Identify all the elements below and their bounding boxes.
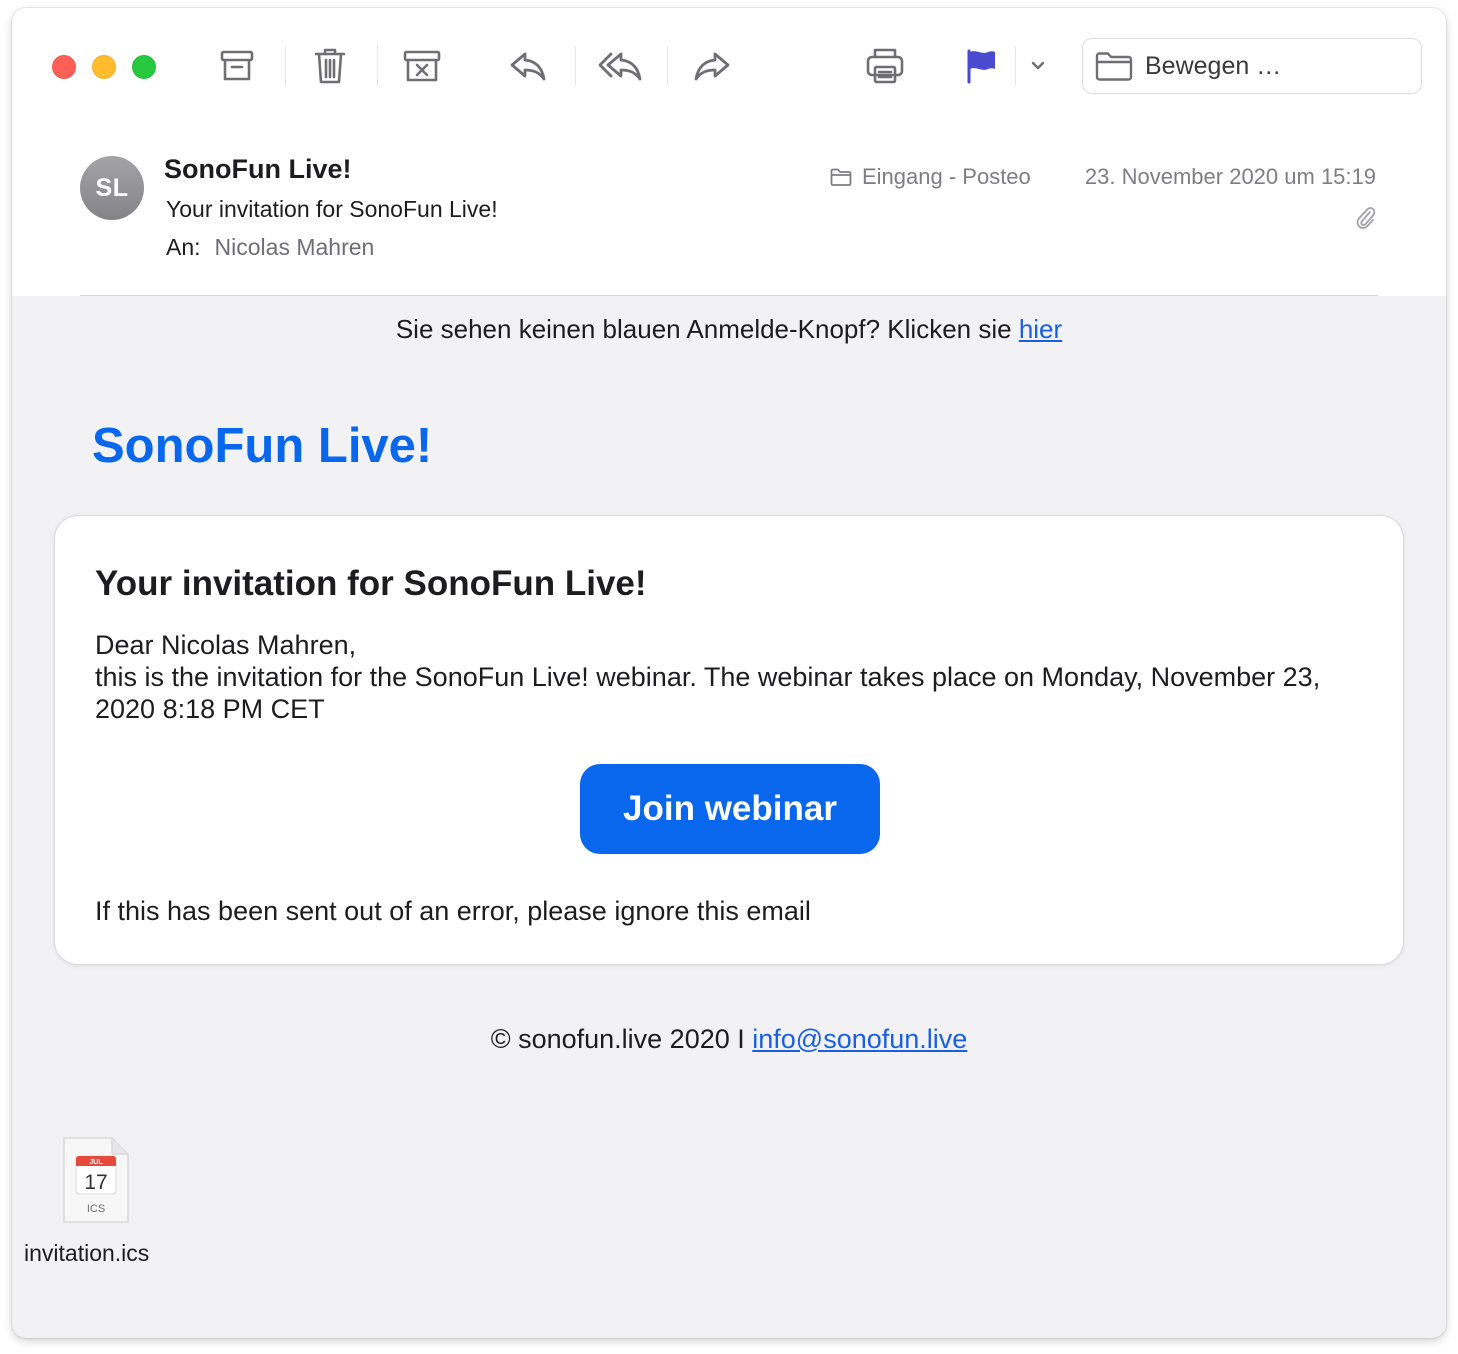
brand-heading: SonoFun Live! (92, 419, 433, 473)
reply-icon (510, 52, 546, 81)
sender-name: SonoFun Live! (164, 154, 352, 184)
forward-button[interactable] (688, 44, 736, 88)
mail-window: Bewegen … SL SonoFun Live! Your invitati… (12, 8, 1446, 1338)
toolbar: Bewegen … (12, 8, 1446, 124)
mailbox-name: Eingang - Posteo (862, 164, 1031, 189)
trash-icon (314, 48, 346, 84)
minimize-window-button[interactable] (92, 55, 116, 79)
icon-extension: ICS (87, 1203, 105, 1215)
calendar-file-icon[interactable]: JUL 17 ICS (62, 1136, 130, 1224)
junk-icon (403, 50, 441, 82)
close-window-button[interactable] (52, 55, 76, 79)
folder-icon (1095, 52, 1133, 81)
email-footer: © sonofun.live 2020 I info@sonofun.live (12, 1024, 1446, 1055)
reply-button[interactable] (504, 44, 552, 88)
notice-link[interactable]: hier (1019, 314, 1062, 344)
flag-menu-button[interactable] (1018, 44, 1058, 88)
message-header: SL SonoFun Live! Your invitation for Son… (12, 124, 1446, 296)
footer-copyright: © sonofun.live 2020 I (490, 1024, 753, 1054)
attachment-indicator (1354, 204, 1376, 235)
folder-icon (830, 168, 852, 186)
move-label: Bewegen … (1145, 51, 1282, 80)
paperclip-icon (1356, 207, 1376, 229)
greeting: Dear Nicolas Mahren, (95, 630, 357, 660)
invitation-text: this is the invitation for the SonoFun L… (95, 662, 1321, 724)
print-icon (866, 48, 904, 84)
ignore-note: If this has been sent out of an error, p… (95, 896, 811, 926)
archive-button[interactable] (213, 44, 261, 88)
flag-icon (967, 49, 995, 84)
notice-text: Sie sehen keinen blauen Anmelde-Knopf? K… (395, 314, 1019, 344)
toolbar-separator (285, 46, 286, 86)
reply-all-icon (598, 52, 642, 81)
recipient-name[interactable]: Nicolas Mahren (215, 234, 375, 260)
toolbar-separator (377, 46, 378, 86)
zoom-window-button[interactable] (132, 55, 156, 79)
message-subject: Your invitation for SonoFun Live! (166, 196, 498, 222)
toolbar-separator (575, 46, 576, 86)
recipient-line: An: Nicolas Mahren (166, 234, 374, 261)
forward-icon (694, 52, 730, 81)
move-to-mailbox-button[interactable]: Bewegen … (1082, 38, 1422, 94)
fallback-notice: Sie sehen keinen blauen Anmelde-Knopf? K… (12, 314, 1446, 345)
avatar: SL (80, 156, 144, 220)
mailbox-indicator: Eingang - Posteo (830, 164, 1031, 190)
icon-day: 17 (84, 1171, 107, 1194)
toolbar-separator (667, 46, 668, 86)
archive-icon (220, 50, 254, 81)
message-date: 23. November 2020 um 15:19 (1084, 164, 1376, 189)
chevron-down-icon (1031, 61, 1045, 70)
join-webinar-button[interactable]: Join webinar (580, 764, 880, 854)
icon-month: JUL (89, 1159, 103, 1166)
reply-all-button[interactable] (596, 44, 644, 88)
flag-button[interactable] (957, 44, 1005, 88)
card-title: Your invitation for SonoFun Live! (95, 564, 647, 603)
footer-email-link[interactable]: info@sonofun.live (752, 1024, 967, 1054)
header-divider (80, 295, 1378, 296)
print-button[interactable] (861, 44, 909, 88)
junk-button[interactable] (398, 44, 446, 88)
toolbar-separator (1015, 46, 1016, 86)
attachment-name[interactable]: invitation.ics (24, 1240, 149, 1267)
delete-button[interactable] (306, 44, 354, 88)
invitation-card: Your invitation for SonoFun Live! Dear N… (54, 515, 1404, 965)
to-label: An: (166, 234, 201, 260)
